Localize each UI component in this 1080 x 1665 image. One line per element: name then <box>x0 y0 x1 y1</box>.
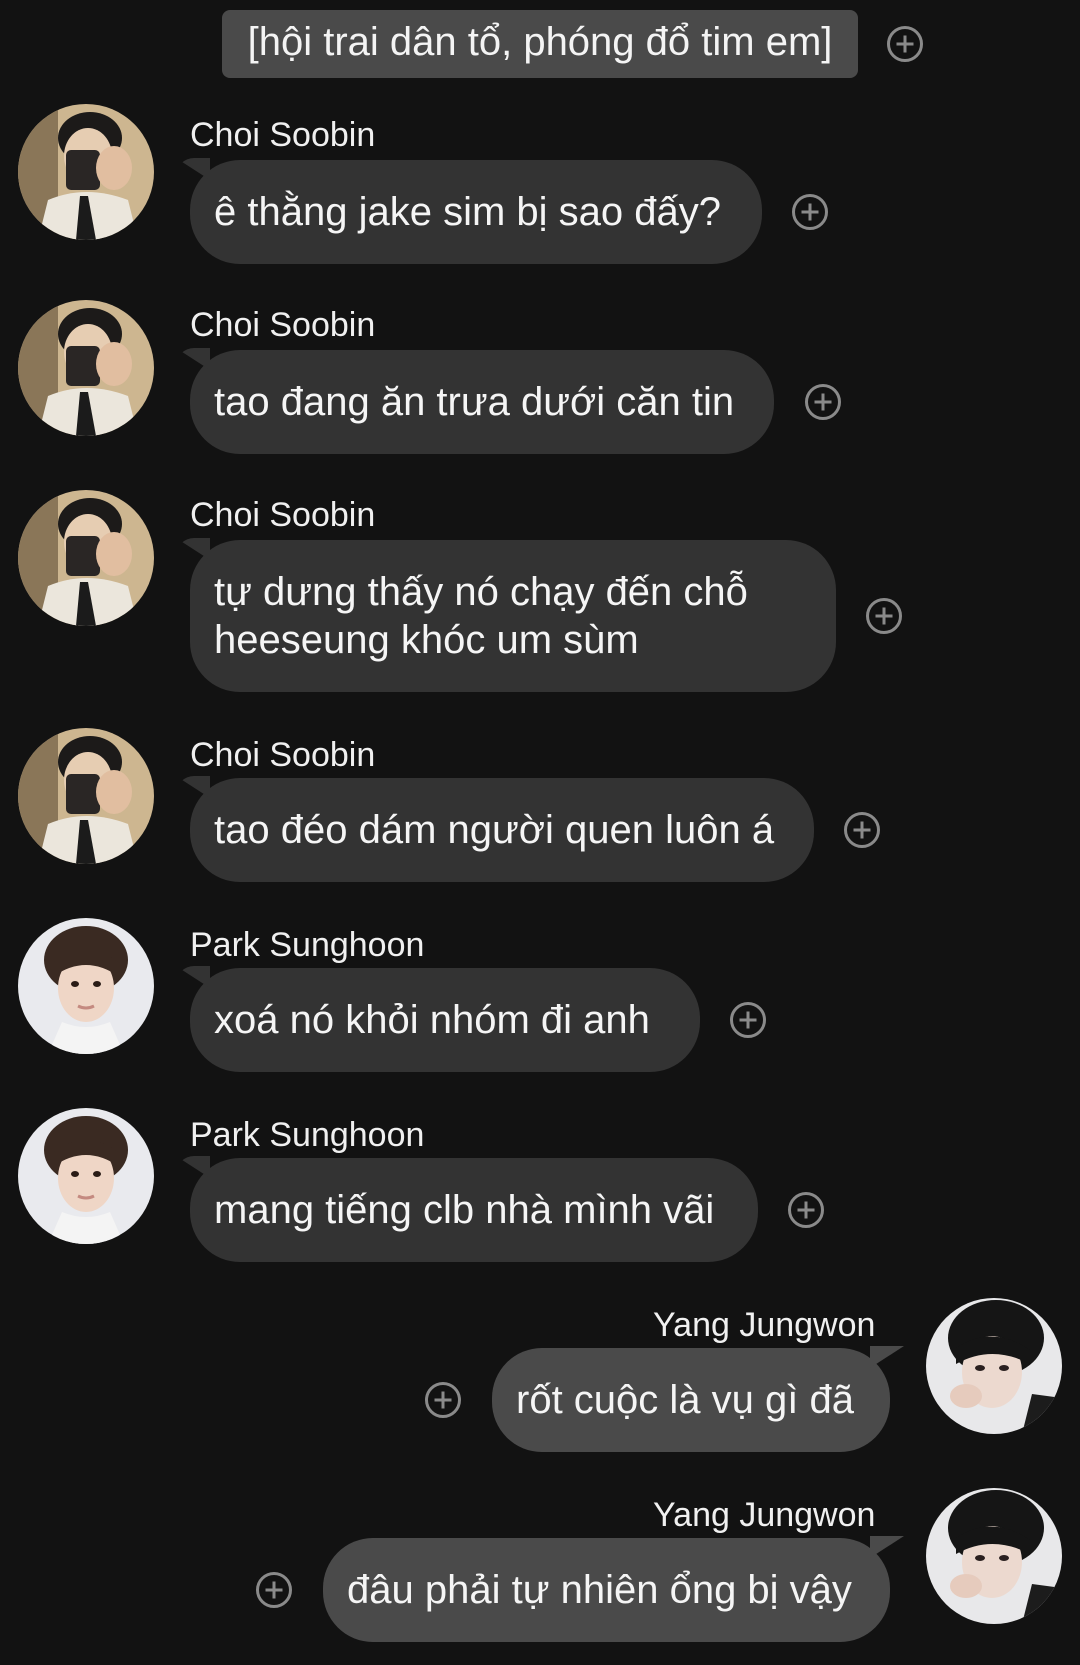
sender-name: Park Sunghoon <box>190 926 425 964</box>
avatar-choi-soobin[interactable] <box>18 490 154 626</box>
sender-name: Choi Soobin <box>190 496 376 534</box>
add-reaction-icon[interactable] <box>788 1192 824 1228</box>
add-reaction-icon[interactable] <box>256 1572 292 1608</box>
group-title: [hội trai dân tổ, phóng đổ tim em] <box>222 10 858 78</box>
add-reaction-icon[interactable] <box>730 1002 766 1038</box>
avatar-choi-soobin[interactable] <box>18 104 154 240</box>
add-reaction-icon[interactable] <box>805 384 841 420</box>
avatar-choi-soobin[interactable] <box>18 728 154 864</box>
message-bubble[interactable]: tự dưng thấy nó chạy đến chỗ heeseung kh… <box>190 540 836 692</box>
sender-name: Yang Jungwon <box>653 1496 876 1534</box>
sender-name: Park Sunghoon <box>190 1116 425 1154</box>
sender-name: Choi Soobin <box>190 306 376 344</box>
avatar-park-sunghoon[interactable] <box>18 918 154 1054</box>
message-bubble[interactable]: xoá nó khỏi nhóm đi anh <box>190 968 700 1072</box>
message-bubble[interactable]: đâu phải tự nhiên ổng bị vậy <box>323 1538 890 1642</box>
message-bubble[interactable]: rốt cuộc là vụ gì đã <box>492 1348 890 1452</box>
message-bubble[interactable]: mang tiếng clb nhà mình vãi <box>190 1158 758 1262</box>
sender-name: Choi Soobin <box>190 736 376 774</box>
message-bubble[interactable]: ê thằng jake sim bị sao đấy? <box>190 160 762 264</box>
message-bubble[interactable]: tao đéo dám người quen luôn á <box>190 778 814 882</box>
avatar-yang-jungwon[interactable] <box>926 1298 1062 1434</box>
sender-name: Yang Jungwon <box>653 1306 876 1344</box>
sender-name: Choi Soobin <box>190 116 376 154</box>
add-reaction-icon[interactable] <box>844 812 880 848</box>
add-reaction-icon[interactable] <box>792 194 828 230</box>
avatar-choi-soobin[interactable] <box>18 300 154 436</box>
add-reaction-icon[interactable] <box>425 1382 461 1418</box>
add-reaction-icon[interactable] <box>887 26 923 62</box>
message-bubble[interactable]: tao đang ăn trưa dưới căn tin <box>190 350 774 454</box>
avatar-yang-jungwon[interactable] <box>926 1488 1062 1624</box>
avatar-park-sunghoon[interactable] <box>18 1108 154 1244</box>
add-reaction-icon[interactable] <box>866 598 902 634</box>
